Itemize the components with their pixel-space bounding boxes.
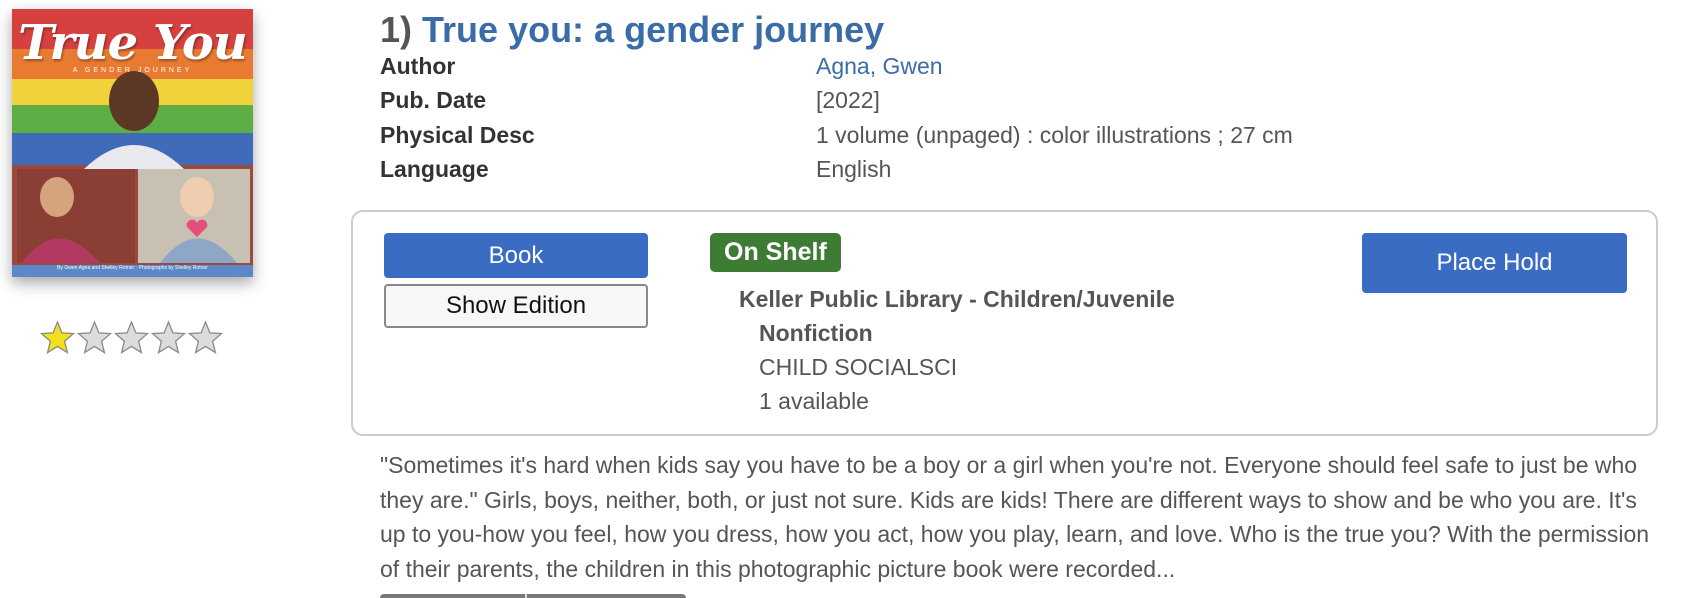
physical-desc-value: 1 volume (unpaged) : color illustrations…: [816, 121, 1293, 148]
branch-name: Keller Public Library - Children/Juvenil…: [739, 282, 1299, 350]
holdings-panel: Book Show Edition On Shelf Keller Public…: [351, 210, 1658, 436]
result-number: 1): [380, 9, 413, 50]
author-link[interactable]: Agna, Gwen: [816, 53, 943, 80]
action-button-group[interactable]: [380, 594, 686, 598]
branch-line-1: Keller Public Library - Children/Juvenil…: [739, 286, 1175, 312]
language-row: Language English: [380, 153, 1380, 188]
star-rating[interactable]: [40, 320, 223, 356]
cover-credit-text: By Gwen Agna and Shelley Rotner · Photog…: [57, 265, 208, 271]
availability-count: 1 available: [759, 388, 869, 414]
format-book-button[interactable]: Book: [384, 233, 648, 278]
author-row: Author Agna, Gwen: [380, 49, 1380, 84]
language-value: English: [816, 156, 892, 183]
bib-metadata: Author Agna, Gwen Pub. Date [2022] Physi…: [380, 49, 1380, 187]
branch-line-2: Nonfiction: [759, 320, 873, 346]
star-icon[interactable]: [40, 320, 75, 356]
summary-text: "Sometimes it's hard when kids say you h…: [380, 452, 1650, 582]
star-icon[interactable]: [114, 320, 149, 356]
pubdate-label: Pub. Date: [380, 87, 487, 114]
result-title: 1) True you: a gender journey: [380, 10, 884, 50]
book-cover-image[interactable]: True You A GENDER JOURNEY By Gwen Agna a…: [12, 9, 253, 277]
pubdate-value: [2022]: [816, 87, 880, 114]
title-link[interactable]: True you: a gender journey: [422, 9, 884, 50]
star-icon[interactable]: [188, 320, 223, 356]
location-info: Keller Public Library - Children/Juvenil…: [739, 282, 1299, 418]
author-label: Author: [380, 52, 456, 79]
place-hold-button[interactable]: Place Hold: [1362, 233, 1627, 293]
physical-desc-label: Physical Desc: [380, 121, 535, 148]
language-label: Language: [380, 156, 489, 183]
button-divider: [525, 594, 527, 598]
call-number: CHILD SOCIALSCI: [759, 354, 958, 380]
cover-subtitle-text: A GENDER JOURNEY: [72, 67, 193, 74]
pubdate-row: Pub. Date [2022]: [380, 84, 1380, 119]
on-shelf-status-badge: On Shelf: [710, 233, 841, 272]
show-edition-button[interactable]: Show Edition: [384, 284, 648, 328]
physical-desc-row: Physical Desc 1 volume (unpaged) : color…: [380, 118, 1380, 153]
star-icon[interactable]: [77, 320, 112, 356]
star-icon[interactable]: [151, 320, 186, 356]
search-result-page: True You A GENDER JOURNEY By Gwen Agna a…: [0, 0, 1692, 598]
cover-title-text: True You: [18, 15, 248, 71]
